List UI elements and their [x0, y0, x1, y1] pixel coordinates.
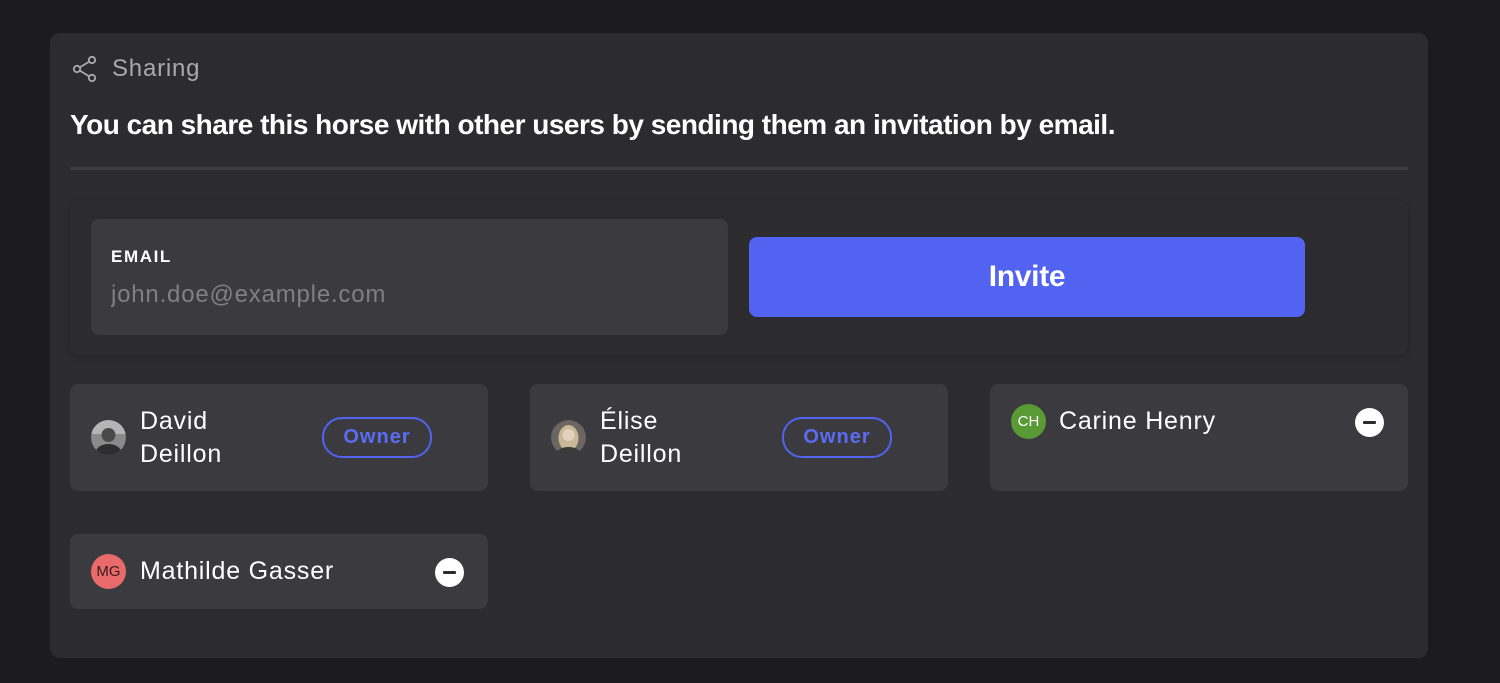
- user-photo-icon: [91, 420, 126, 455]
- email-label: EMAIL: [111, 247, 172, 266]
- user-name: Mathilde Gasser: [140, 557, 335, 585]
- invite-form: EMAIL Invite: [70, 201, 1408, 355]
- avatar: MG: [91, 554, 126, 589]
- user-card: David Deillon Owner: [70, 384, 488, 491]
- user-card: CH Carine Henry: [990, 384, 1408, 491]
- user-name: David Deillon: [140, 405, 222, 471]
- share-icon: [72, 55, 97, 83]
- user-photo-icon: [551, 420, 586, 455]
- remove-user-button[interactable]: [1355, 408, 1384, 437]
- avatar: CH: [1011, 404, 1046, 439]
- user-card: Élise Deillon Owner: [530, 384, 948, 491]
- section-title: Sharing: [112, 55, 201, 82]
- user-first-name: Élise: [600, 407, 659, 435]
- user-name: Carine Henry: [1059, 407, 1216, 435]
- user-first-name: David: [140, 407, 208, 435]
- owner-badge: Owner: [322, 417, 432, 458]
- email-input[interactable]: [109, 277, 703, 313]
- page-headline: You can share this horse with other user…: [70, 109, 1116, 140]
- user-name: Élise Deillon: [600, 405, 682, 471]
- sharing-panel: Sharing You can share this horse with ot…: [50, 33, 1428, 658]
- user-last-name: Deillon: [140, 440, 223, 468]
- invite-button[interactable]: Invite: [749, 237, 1305, 317]
- avatar: [91, 420, 126, 455]
- user-card: MG Mathilde Gasser: [70, 534, 488, 609]
- email-field[interactable]: EMAIL: [91, 219, 728, 335]
- owner-badge: Owner: [782, 417, 892, 458]
- remove-user-button[interactable]: [435, 558, 464, 587]
- divider: [70, 167, 1408, 170]
- user-last-name: Deillon: [600, 440, 683, 468]
- avatar: [551, 420, 586, 455]
- section-header: Sharing: [72, 55, 200, 83]
